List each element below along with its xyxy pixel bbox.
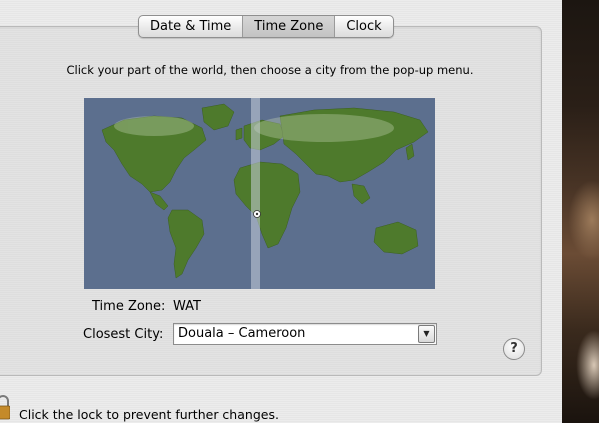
world-map-graphic (101, 98, 429, 289)
tab-clock[interactable]: Clock (334, 16, 392, 37)
photo-highlight (576, 330, 599, 400)
japan-landmass (405, 143, 415, 161)
southeast-asia-landmass (351, 183, 371, 205)
tab-time-zone[interactable]: Time Zone (242, 16, 335, 37)
help-button[interactable]: ? (503, 338, 525, 360)
british-isles-landmass (235, 127, 243, 141)
desktop-background-photo (562, 0, 599, 423)
closest-city-input[interactable]: Douala – Cameroon (174, 324, 414, 344)
australia-landmass (373, 221, 419, 255)
padlock-icon[interactable] (0, 394, 10, 420)
closest-city-label: Closest City: (83, 327, 164, 342)
greenland-landmass (201, 103, 235, 131)
lock-message: Click the lock to prevent further change… (19, 407, 279, 422)
world-map[interactable] (84, 98, 435, 289)
time-zone-label: Time Zone: (92, 299, 166, 314)
instruction-text: Click your part of the world, then choos… (66, 63, 474, 77)
selected-city-marker (253, 210, 261, 218)
closest-city-combobox[interactable]: Douala – Cameroon ▼ (173, 323, 437, 345)
south-america-landmass (167, 209, 205, 279)
time-zone-highlight-band (251, 98, 260, 289)
photo-highlight (568, 180, 599, 260)
tab-bar: Date & Time Time Zone Clock (138, 15, 394, 38)
central-america-landmass (149, 191, 169, 211)
tab-date-time[interactable]: Date & Time (139, 16, 242, 37)
chevron-down-icon[interactable]: ▼ (418, 325, 435, 343)
time-zone-value: WAT (173, 299, 201, 314)
africa-landmass (233, 161, 301, 249)
